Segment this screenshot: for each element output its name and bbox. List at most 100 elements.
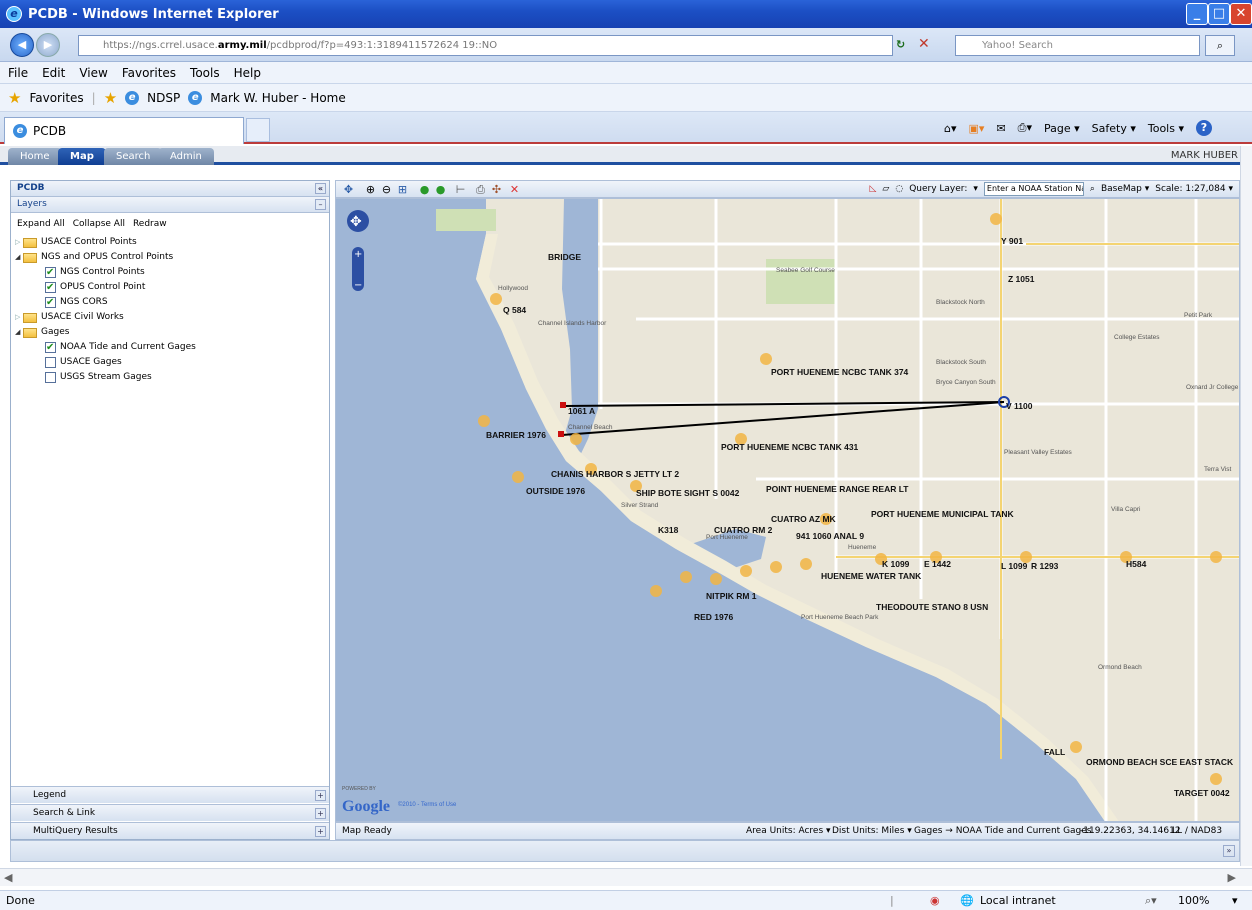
layer-checkbox[interactable] xyxy=(45,372,56,383)
next-extent-icon[interactable]: ● xyxy=(434,183,447,196)
help-icon[interactable]: ? xyxy=(1196,120,1212,136)
query-tool-icon[interactable]: ◺ xyxy=(869,184,876,194)
tree-node-usace-civil-works[interactable]: ▷ USACE Civil Works xyxy=(15,310,329,325)
tab-admin[interactable]: Admin xyxy=(158,148,214,165)
scroll-right-icon[interactable]: ▶ xyxy=(1228,871,1236,884)
refresh-icon[interactable]: ↻ xyxy=(896,38,905,51)
favorite-ndsp[interactable]: NDSP xyxy=(147,91,180,105)
previous-extent-icon[interactable]: ● xyxy=(418,183,431,196)
red-point-marker[interactable] xyxy=(560,402,566,408)
layer-checkbox[interactable] xyxy=(45,340,56,355)
zoom-dropdown-icon[interactable]: ▾ xyxy=(1232,894,1238,907)
print-icon[interactable]: ⎙▾ xyxy=(1018,121,1032,135)
tree-node-usace-control-points[interactable]: ▷ USACE Control Points xyxy=(15,235,329,250)
query-polygon-icon[interactable]: ▱ xyxy=(882,184,889,194)
address-input[interactable]: https://ngs.crrel.usace. army.mil/pcdbpro… xyxy=(78,35,893,56)
new-tab-button[interactable] xyxy=(246,118,270,142)
collapse-layers-button[interactable]: – xyxy=(315,199,326,210)
vertical-scrollbar[interactable] xyxy=(1240,146,1252,866)
pan-icon[interactable]: ✥ xyxy=(342,183,355,196)
redraw-link[interactable]: Redraw xyxy=(133,219,167,229)
zoom-in-icon[interactable]: + xyxy=(354,249,362,260)
scale-dropdown[interactable]: Scale: 1:27,084 ▾ xyxy=(1155,184,1233,194)
zoom-level[interactable]: 100% xyxy=(1178,894,1209,907)
expand-icon[interactable]: + xyxy=(315,826,326,837)
menu-tools[interactable]: Tools xyxy=(190,66,220,80)
tree-node-usace-gages[interactable]: USACE Gages xyxy=(15,355,329,370)
measure-icon[interactable]: ⊢ xyxy=(454,183,467,196)
clear-icon[interactable]: ✕ xyxy=(508,183,521,196)
tab-home[interactable]: Home xyxy=(8,148,62,165)
expand-bottom-panel-icon[interactable]: » xyxy=(1223,845,1235,857)
identify-icon[interactable]: ✣ xyxy=(490,183,503,196)
scroll-left-icon[interactable]: ◀ xyxy=(4,871,12,884)
layer-checkbox[interactable] xyxy=(45,357,56,368)
map-canvas[interactable]: ✥ + − PORT HUENEME NCBC TANK 374 PORT HU… xyxy=(335,198,1240,822)
collapse-arrow-icon[interactable]: ◢ xyxy=(15,250,23,265)
basemap-dropdown[interactable]: BaseMap ▾ xyxy=(1101,184,1149,194)
maximize-button[interactable]: □ xyxy=(1208,3,1230,25)
back-button[interactable]: ◀ xyxy=(10,33,34,57)
menu-view[interactable]: View xyxy=(79,66,107,80)
collapse-all-link[interactable]: Collapse All xyxy=(73,219,125,229)
tab-search[interactable]: Search xyxy=(104,148,163,165)
pan-arrows-icon[interactable]: ✥ xyxy=(350,214,362,230)
layer-checkbox[interactable] xyxy=(45,280,56,295)
menu-file[interactable]: File xyxy=(8,66,28,80)
zoom-out-icon[interactable]: − xyxy=(354,280,362,291)
expand-icon[interactable]: + xyxy=(315,790,326,801)
map-svg[interactable]: ✥ + − PORT HUENEME NCBC TANK 374 PORT HU… xyxy=(336,199,1240,822)
zoom-in-icon[interactable]: ⊕ xyxy=(364,183,377,196)
station-search-input[interactable]: Enter a NOAA Station Name or ID xyxy=(983,182,1084,196)
print-map-icon[interactable]: ⎙ xyxy=(474,183,487,196)
tree-node-noaa-gages[interactable]: NOAA Tide and Current Gages xyxy=(15,340,329,355)
tree-node-usgs-gages[interactable]: USGS Stream Gages xyxy=(15,370,329,385)
menu-edit[interactable]: Edit xyxy=(42,66,65,80)
tree-node-ngs-control-points[interactable]: NGS Control Points xyxy=(15,265,329,280)
forward-button[interactable]: ▶ xyxy=(36,33,60,57)
query-layer-dropdown[interactable]: ▾ xyxy=(973,184,978,194)
mail-icon[interactable]: ✉ xyxy=(996,122,1005,135)
tree-node-ngs-opus[interactable]: ◢ NGS and OPUS Control Points xyxy=(15,250,329,265)
query-clear-icon[interactable]: ◌ xyxy=(895,184,903,194)
feeds-icon[interactable]: ▣▾ xyxy=(969,122,985,135)
search-input[interactable]: Yahoo! Search xyxy=(955,35,1200,56)
stop-icon[interactable]: ✕ xyxy=(918,36,930,52)
favorites-button[interactable]: Favorites xyxy=(29,91,83,105)
tree-node-gages[interactable]: ◢ Gages xyxy=(15,325,329,340)
search-icon[interactable]: ⌕ xyxy=(1090,184,1095,194)
accordion-legend[interactable]: Legend + xyxy=(11,786,329,803)
expand-arrow-icon[interactable]: ▷ xyxy=(15,235,23,250)
terms-link[interactable]: ©2010 - Terms of Use xyxy=(398,801,457,808)
accordion-multiquery[interactable]: MultiQuery Results + xyxy=(11,822,329,839)
horizontal-scrollbar[interactable]: ◀ ▶ xyxy=(0,868,1252,886)
favorite-mark-huber[interactable]: Mark W. Huber - Home xyxy=(210,91,345,105)
magnifier-icon[interactable]: ⌕▾ xyxy=(1145,894,1157,908)
expand-icon[interactable]: + xyxy=(315,808,326,819)
ie-tab-pcdb[interactable]: e PCDB xyxy=(4,117,244,144)
layer-checkbox[interactable] xyxy=(45,295,56,310)
accordion-search-link[interactable]: Search & Link + xyxy=(11,804,329,821)
search-icon[interactable]: ⌕ xyxy=(1205,35,1235,56)
full-extent-icon[interactable]: ⊞ xyxy=(396,183,409,196)
tab-map[interactable]: Map xyxy=(58,148,106,165)
collapse-panel-button[interactable]: « xyxy=(315,183,326,194)
home-icon[interactable]: ⌂▾ xyxy=(944,122,957,135)
layer-checkbox[interactable] xyxy=(45,265,56,280)
minimize-button[interactable]: _ xyxy=(1186,3,1208,25)
dist-units-dropdown[interactable]: Dist Units: Miles ▾ xyxy=(832,826,912,836)
area-units-dropdown[interactable]: Area Units: Acres ▾ xyxy=(746,826,831,836)
expand-arrow-icon[interactable]: ▷ xyxy=(15,310,23,325)
menu-favorites[interactable]: Favorites xyxy=(122,66,176,80)
add-favorite-icon[interactable]: ★ xyxy=(104,89,117,107)
tree-node-ngs-cors[interactable]: NGS CORS xyxy=(15,295,329,310)
menu-help[interactable]: Help xyxy=(234,66,261,80)
expand-all-link[interactable]: Expand All xyxy=(17,219,65,229)
tree-node-opus-control-point[interactable]: OPUS Control Point xyxy=(15,280,329,295)
zoom-out-icon[interactable]: ⊖ xyxy=(380,183,393,196)
red-point-marker[interactable] xyxy=(558,431,564,437)
safety-menu[interactable]: Safety ▾ xyxy=(1092,122,1136,135)
page-menu[interactable]: Page ▾ xyxy=(1044,122,1080,135)
close-window-button[interactable]: ✕ xyxy=(1230,3,1252,25)
tools-menu[interactable]: Tools ▾ xyxy=(1148,122,1184,135)
